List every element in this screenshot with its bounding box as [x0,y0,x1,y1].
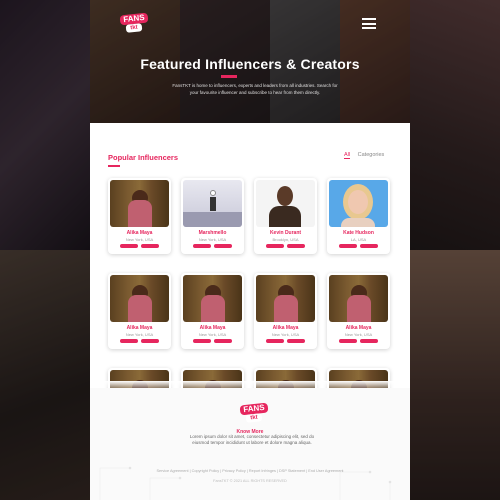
category-tag[interactable] [214,339,232,343]
subscribe-tag[interactable] [120,244,138,248]
brand-logo[interactable]: FANS tkt [119,12,149,34]
influencer-photo [329,275,388,322]
influencer-photo [256,180,315,227]
hero-section: FANS tkt Featured Influencers & Creators… [90,0,410,123]
page-title: Featured Influencers & Creators [140,56,360,72]
hero-description: FansTKT is home to influencers, experts … [172,83,338,95]
title-underline [221,75,237,78]
subscribe-tag[interactable] [339,244,357,248]
logo-sub: tkt [125,23,143,33]
influencer-location: New York, USA [198,237,227,242]
influencer-name: Alika Maya [345,325,372,331]
category-tag[interactable] [360,244,378,248]
influencer-location: New York, USA [344,332,373,337]
influencer-name: Marshmello [198,230,227,236]
category-tag[interactable] [214,244,232,248]
influencer-card[interactable]: Alika Maya New York, USA [181,273,244,349]
influencer-name: Kevin Durant [269,230,302,236]
influencer-name: Alika Maya [126,325,153,331]
influencer-location: New York, USA [198,332,227,337]
footer-logo-sub: tkt [245,413,263,423]
footer-links[interactable]: Service Agreement | Copyright Policy | P… [90,469,410,473]
filter-tabs: All Categories [338,152,385,159]
influencer-location: LA, USA [350,237,367,242]
category-tag[interactable] [287,244,305,248]
subscribe-tag[interactable] [120,339,138,343]
footer-logo[interactable]: FANS tkt [239,402,269,426]
influencer-photo [256,275,315,322]
tab-categories[interactable]: Categories [358,152,385,158]
page: FANS tkt Featured Influencers & Creators… [90,0,410,500]
category-tag[interactable] [287,339,305,343]
influencer-location: New York, USA [271,332,300,337]
influencer-photo [110,180,169,227]
influencer-location: New York, USA [125,332,154,337]
influencer-card[interactable]: Kate Hudson LA, USA [327,178,390,254]
subscribe-tag[interactable] [266,244,284,248]
influencer-photo [183,180,242,227]
influencer-photo [329,180,388,227]
tab-all[interactable]: All [344,152,351,159]
influencer-card[interactable]: Kevin Durant Brooklyn, USA [254,178,317,254]
section-title: Popular Influencers [108,153,179,162]
influencer-card[interactable]: Alika Maya New York, USA [254,273,317,349]
influencer-name: Kate Hudson [343,230,374,236]
influencer-card[interactable]: Alika Maya New York, USA [108,178,171,254]
footer-text: Lorem ipsum dolor sit amet, consectetur … [189,434,315,445]
influencer-card[interactable]: Marshmello New York, USA [181,178,244,254]
footer-decor-lines [99,466,392,500]
category-tag[interactable] [141,339,159,343]
influencer-name: Alika Maya [126,230,153,236]
category-tag[interactable] [360,339,378,343]
subscribe-tag[interactable] [193,244,211,248]
copyright: FansTKT © 2021 ALL RIGHTS RESERVED [213,479,287,483]
influencer-name: Alika Maya [272,325,299,331]
subscribe-tag[interactable] [339,339,357,343]
footer: FANS tkt Know More Lorem ipsum dolor sit… [90,388,410,500]
influencer-card[interactable]: Alika Maya New York, USA [327,273,390,349]
influencer-card[interactable]: Alika Maya New York, USA [108,273,171,349]
influencer-name: Alika Maya [199,325,226,331]
influencer-photo [110,275,169,322]
category-tag[interactable] [141,244,159,248]
influencer-photo [183,275,242,322]
influencer-location: Brooklyn, USA [272,237,299,242]
influencer-location: New York, USA [125,237,154,242]
subscribe-tag[interactable] [266,339,284,343]
hamburger-menu-icon[interactable] [362,18,376,29]
subscribe-tag[interactable] [193,339,211,343]
section-underline [108,165,120,167]
